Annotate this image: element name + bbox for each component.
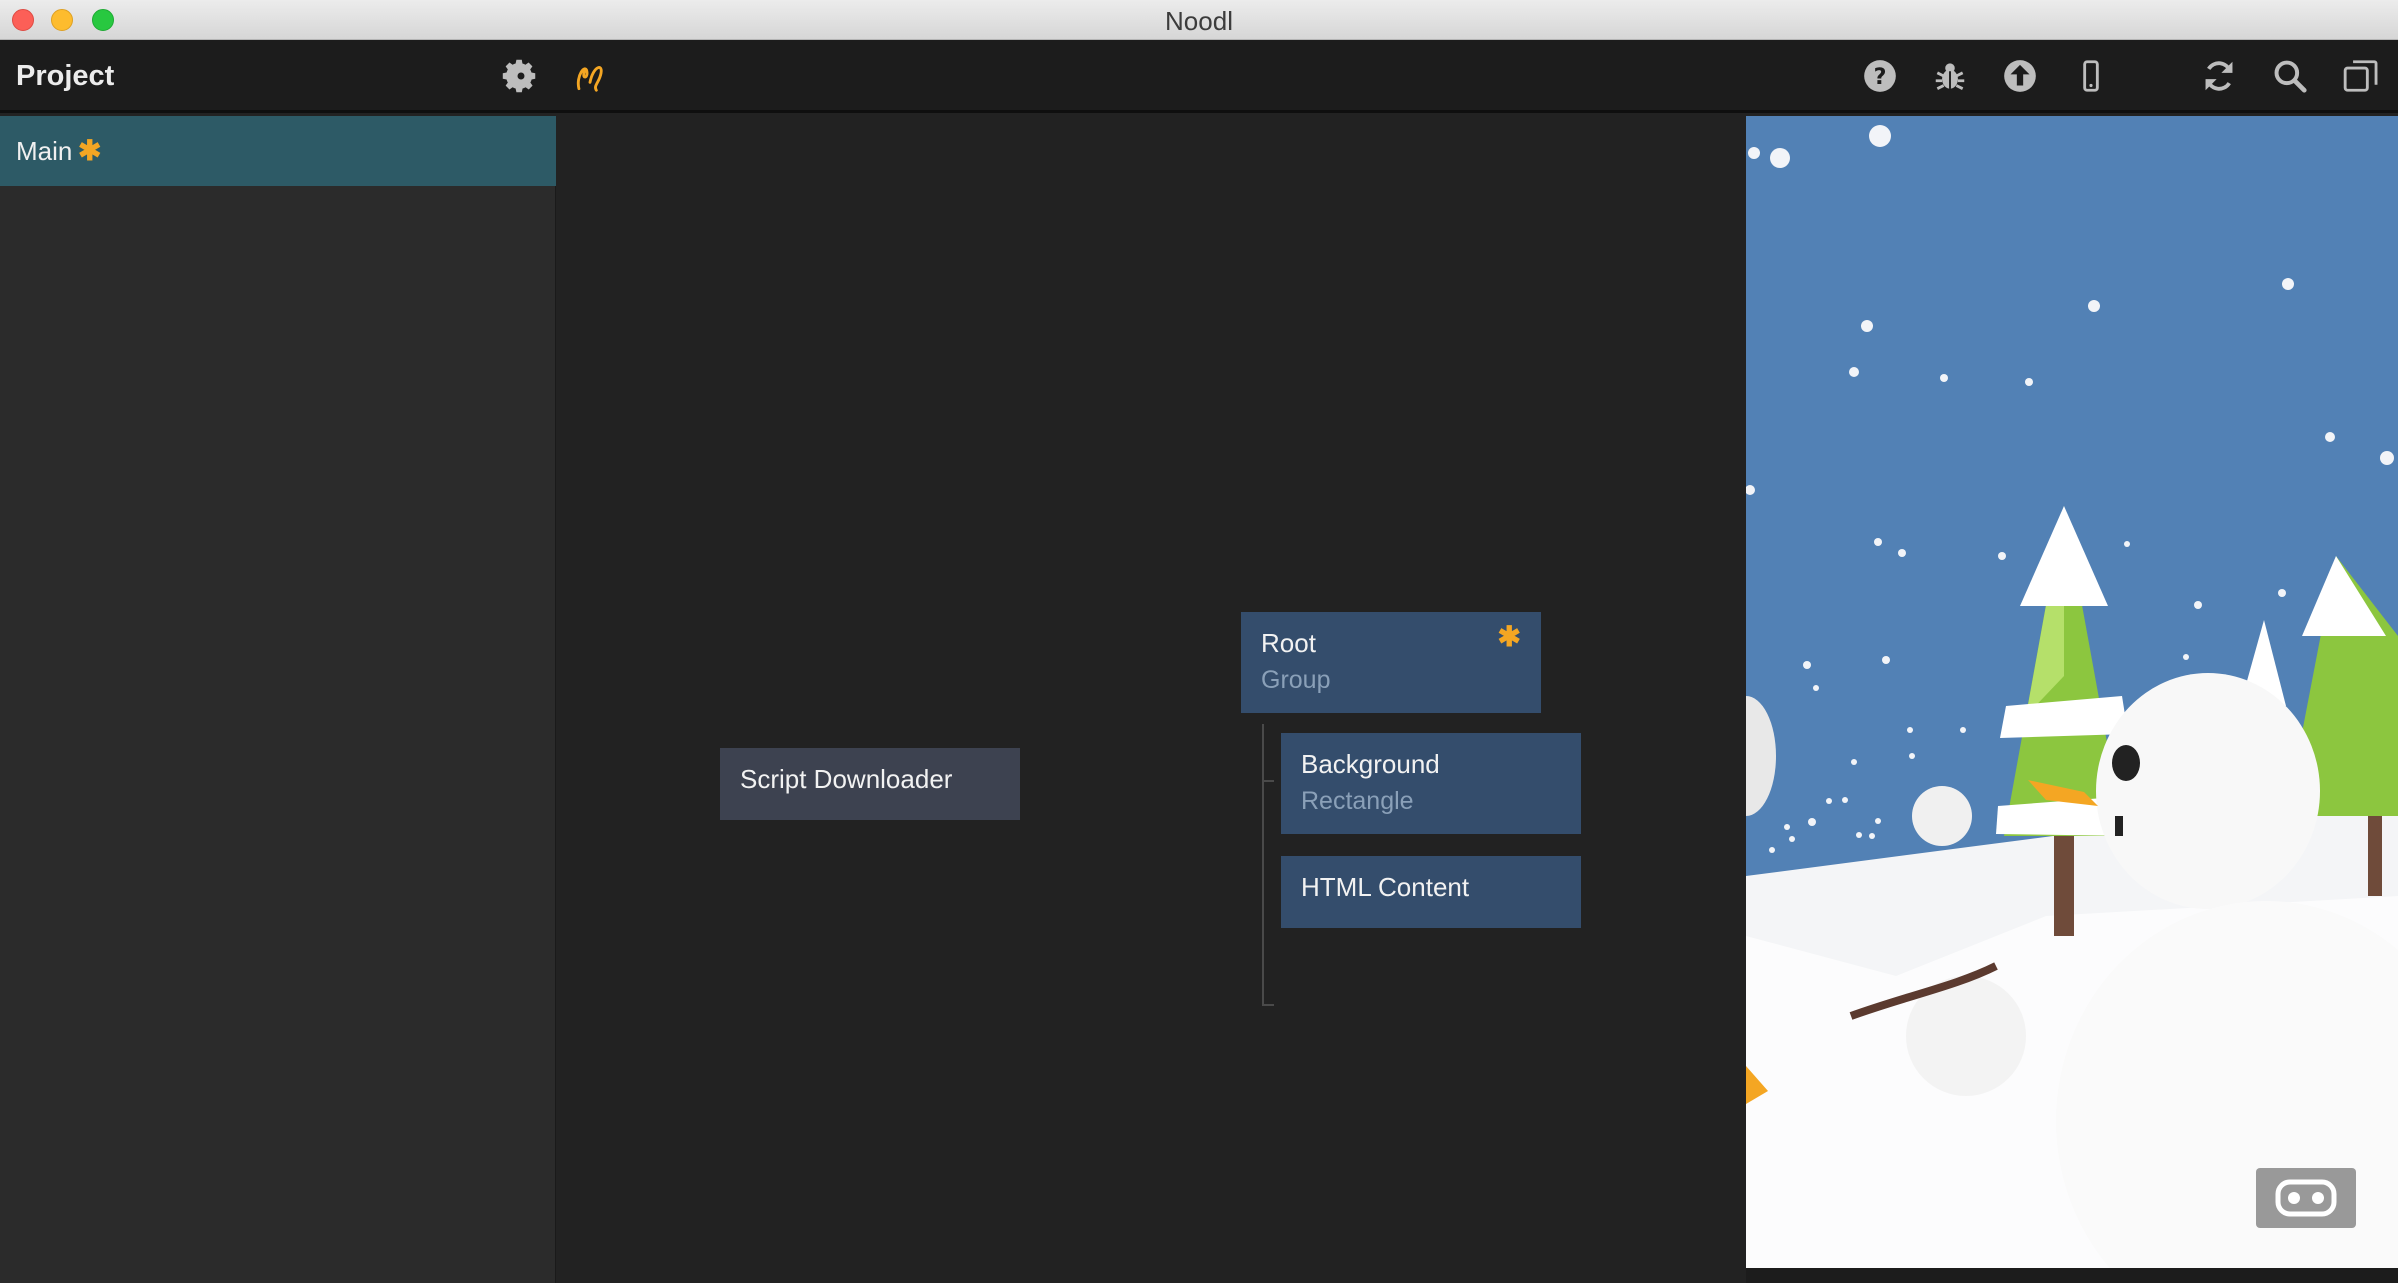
noodl-logo-icon[interactable] (571, 57, 609, 95)
node-title: HTML Content (1301, 872, 1470, 902)
node-html-content[interactable]: HTML Content (1281, 856, 1581, 928)
project-label: Project (16, 60, 115, 92)
preview-footer (1746, 1268, 2398, 1283)
sidebar-item-main[interactable]: Main ✱ (0, 116, 556, 186)
windows-icon[interactable] (2342, 57, 2380, 95)
winter-scene-illustration (1746, 125, 2398, 1268)
window-title: Noodl (1165, 6, 1233, 36)
node-title: Root (1261, 628, 1316, 658)
svg-text:?: ? (1874, 64, 1887, 90)
mobile-device-icon[interactable] (2072, 57, 2110, 95)
preview-viewport[interactable] (1746, 116, 2398, 1268)
hierarchy-line (1262, 1004, 1274, 1006)
node-title: Script Downloader (740, 764, 953, 794)
component-sidebar: Main ✱ (0, 116, 556, 1283)
node-type: Group (1261, 666, 1331, 694)
debug-bug-icon[interactable] (1931, 57, 1969, 95)
help-icon[interactable]: ? (1861, 57, 1899, 95)
window-title-bar: Noodl (0, 0, 2398, 40)
node-background-rectangle[interactable]: Background Rectangle (1281, 733, 1581, 834)
main-toolbar: Project ? (0, 40, 2398, 113)
gear-icon[interactable] (502, 57, 540, 95)
modified-star-icon: ✱ (78, 135, 102, 166)
node-graph-canvas[interactable]: Script Downloader Root Group ✱ Backgroun… (556, 116, 1746, 1283)
upload-icon[interactable] (2001, 57, 2039, 95)
sidebar-item-label: Main (16, 136, 73, 166)
vr-goggles-icon[interactable] (2256, 1168, 2356, 1228)
hierarchy-line (1262, 724, 1264, 1006)
search-icon[interactable] (2271, 57, 2309, 95)
node-title: Background (1301, 749, 1440, 779)
node-script-downloader[interactable]: Script Downloader (720, 748, 1020, 820)
node-root-group[interactable]: Root Group ✱ (1241, 612, 1541, 713)
hierarchy-line (1262, 780, 1274, 782)
refresh-icon[interactable] (2200, 57, 2238, 95)
modified-star-icon: ✱ (1497, 621, 1521, 652)
node-type: Rectangle (1301, 787, 1414, 815)
